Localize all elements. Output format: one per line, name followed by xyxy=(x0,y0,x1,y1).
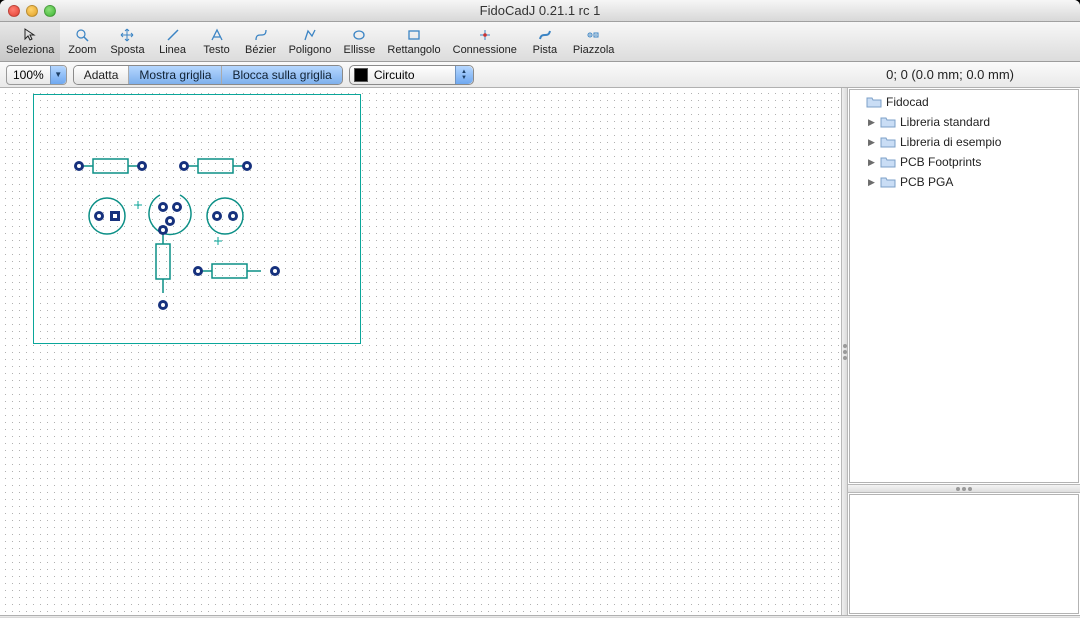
drawing-canvas[interactable] xyxy=(0,88,841,615)
updown-icon: ▲▼ xyxy=(455,66,473,84)
horizontal-splitter[interactable] xyxy=(848,484,1080,493)
track-icon xyxy=(536,27,554,43)
tool-label: Piazzola xyxy=(573,44,615,56)
tree-label: PCB Footprints xyxy=(898,155,981,169)
layer-color-swatch xyxy=(354,68,368,82)
tool-pista[interactable]: Pista xyxy=(523,22,567,61)
app-window: FidoCadJ 0.21.1 rc 1 Seleziona Zoom Spos… xyxy=(0,0,1080,618)
tool-testo[interactable]: Testo xyxy=(195,22,239,61)
triangle-right-icon: ▶ xyxy=(868,137,878,148)
view-segment: Adatta Mostra griglia Blocca sulla grigl… xyxy=(73,65,343,85)
main-toolbar: Seleziona Zoom Sposta Linea Testo xyxy=(0,22,1080,62)
triangle-right-icon: ▶ xyxy=(868,157,878,168)
show-grid-button[interactable]: Mostra griglia xyxy=(129,66,222,84)
tool-label: Poligono xyxy=(289,44,332,56)
tool-linea[interactable]: Linea xyxy=(151,22,195,61)
tree-label: Libreria standard xyxy=(898,115,990,129)
tree-label: Fidocad xyxy=(884,95,929,109)
tool-piazzola[interactable]: Piazzola xyxy=(567,22,621,61)
folder-icon xyxy=(866,95,882,109)
tool-label: Seleziona xyxy=(6,44,54,56)
library-tree[interactable]: Fidocad ▶ Libreria standard ▶ Libreria d… xyxy=(849,89,1079,483)
tool-label: Rettangolo xyxy=(387,44,440,56)
rect-icon xyxy=(405,27,423,43)
tool-poligono[interactable]: Poligono xyxy=(283,22,338,61)
folder-icon xyxy=(880,175,896,189)
snap-grid-button[interactable]: Blocca sulla griglia xyxy=(222,66,341,84)
polygon-icon xyxy=(301,27,319,43)
bezier-icon xyxy=(252,27,270,43)
ellipse-icon xyxy=(350,27,368,43)
titlebar[interactable]: FidoCadJ 0.21.1 rc 1 xyxy=(0,0,1080,22)
folder-icon xyxy=(880,155,896,169)
tool-label: Sposta xyxy=(110,44,144,56)
tool-ellisse[interactable]: Ellisse xyxy=(337,22,381,61)
layer-name: Circuito xyxy=(368,68,455,82)
tree-item[interactable]: ▶ Libreria di esempio xyxy=(850,132,1078,152)
tool-label: Bézier xyxy=(245,44,276,56)
triangle-right-icon: ▶ xyxy=(868,177,878,188)
folder-icon xyxy=(880,135,896,149)
tree-item[interactable]: ▶ Libreria standard xyxy=(850,112,1078,132)
workarea: Fidocad ▶ Libreria standard ▶ Libreria d… xyxy=(0,88,1080,615)
tree-label: PCB PGA xyxy=(898,175,953,189)
layer-combo[interactable]: Circuito ▲▼ xyxy=(349,65,474,85)
zoom-combo[interactable]: 100% ▼ xyxy=(6,65,67,85)
tool-label: Connessione xyxy=(453,44,517,56)
window-title: FidoCadJ 0.21.1 rc 1 xyxy=(0,3,1080,18)
zoom-value: 100% xyxy=(7,68,50,82)
tool-label: Zoom xyxy=(68,44,96,56)
folder-icon xyxy=(880,115,896,129)
cursor-status: 0; 0 (0.0 mm; 0.0 mm) xyxy=(886,67,1014,82)
chevron-down-icon: ▼ xyxy=(50,66,66,84)
magnifier-icon xyxy=(73,27,91,43)
schematic-drawing xyxy=(0,88,400,368)
vertical-splitter[interactable] xyxy=(841,88,848,615)
tool-label: Ellisse xyxy=(344,44,376,56)
secondary-toolbar: 100% ▼ Adatta Mostra griglia Blocca sull… xyxy=(0,62,1080,88)
text-icon xyxy=(208,27,226,43)
tool-rettangolo[interactable]: Rettangolo xyxy=(381,22,446,61)
connection-icon xyxy=(476,27,494,43)
component-preview xyxy=(849,494,1079,614)
tool-label: Linea xyxy=(159,44,186,56)
tree-root[interactable]: Fidocad xyxy=(850,92,1078,112)
fit-button[interactable]: Adatta xyxy=(74,66,130,84)
tool-label: Testo xyxy=(203,44,229,56)
cursor-icon xyxy=(21,27,39,43)
tool-sposta[interactable]: Sposta xyxy=(104,22,150,61)
tool-bezier[interactable]: Bézier xyxy=(239,22,283,61)
pad-icon xyxy=(585,27,603,43)
library-panel: Fidocad ▶ Libreria standard ▶ Libreria d… xyxy=(848,88,1080,615)
tool-label: Pista xyxy=(533,44,557,56)
line-icon xyxy=(164,27,182,43)
tree-item[interactable]: ▶ PCB PGA xyxy=(850,172,1078,192)
move-icon xyxy=(118,27,136,43)
tool-connessione[interactable]: Connessione xyxy=(447,22,523,61)
tool-seleziona[interactable]: Seleziona xyxy=(0,22,60,61)
tool-zoom[interactable]: Zoom xyxy=(60,22,104,61)
tree-item[interactable]: ▶ PCB Footprints xyxy=(850,152,1078,172)
triangle-right-icon: ▶ xyxy=(868,117,878,128)
tree-label: Libreria di esempio xyxy=(898,135,1001,149)
